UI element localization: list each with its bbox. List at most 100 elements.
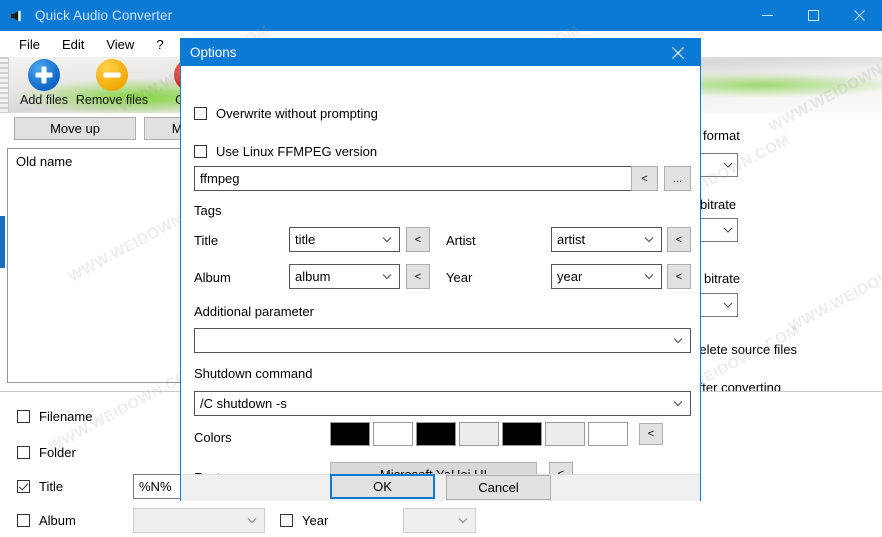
- tag-year-label: Year: [446, 270, 472, 285]
- bitrate-combo-2[interactable]: [700, 293, 738, 317]
- watermark: WWW.WEIDOWN.COM: [786, 241, 882, 335]
- minimize-button[interactable]: [744, 0, 790, 31]
- file-list-column-old-name: Old name: [8, 149, 180, 174]
- tag-album-value: album: [295, 269, 330, 284]
- tag-title-reset-button[interactable]: <: [406, 227, 430, 252]
- color-swatch-6[interactable]: [545, 422, 585, 446]
- rename-row-title[interactable]: Title: [17, 479, 63, 494]
- cancel-button[interactable]: Cancel: [446, 475, 551, 500]
- dialog-close-button[interactable]: [656, 39, 700, 66]
- ffmpeg-path-input[interactable]: ffmpeg: [194, 166, 634, 191]
- linux-ffmpeg-label: Use Linux FFMPEG version: [216, 144, 377, 159]
- color-swatch-5[interactable]: [502, 422, 542, 446]
- folder-label: Folder: [39, 445, 76, 460]
- year-combo[interactable]: [403, 508, 476, 533]
- tag-year-reset-button[interactable]: <: [667, 264, 691, 289]
- tag-title-combo[interactable]: title: [289, 227, 400, 252]
- ffmpeg-path-browse-button[interactable]: ...: [664, 166, 691, 191]
- colors-label: Colors: [194, 430, 232, 445]
- menu-help[interactable]: ?: [145, 34, 174, 55]
- color-swatch-1[interactable]: [330, 422, 370, 446]
- color-swatch-3[interactable]: [416, 422, 456, 446]
- rename-row-folder[interactable]: Folder: [17, 445, 76, 460]
- color-swatch-4[interactable]: [459, 422, 499, 446]
- color-swatch-2[interactable]: [373, 422, 413, 446]
- chevron-down-icon: [723, 227, 733, 234]
- tags-group-label: Tags: [194, 203, 221, 218]
- dialog-body: Overwrite without prompting Use Linux FF…: [181, 66, 700, 474]
- delete-source-files-label: Delete source files: [690, 342, 797, 357]
- rename-row-filename[interactable]: Filename: [17, 409, 92, 424]
- file-list[interactable]: Old name: [7, 148, 181, 383]
- window-controls: [744, 0, 882, 31]
- add-files-label: Add files: [20, 93, 68, 107]
- bitrate-label-1: bitrate: [700, 197, 736, 212]
- menu-file[interactable]: File: [8, 34, 51, 55]
- chevron-down-icon: [723, 162, 733, 169]
- shutdown-command-combo[interactable]: /C shutdown -s: [194, 391, 691, 416]
- chevron-down-icon: [723, 302, 733, 309]
- tag-year-value: year: [557, 269, 582, 284]
- format-label: format: [703, 128, 740, 143]
- year-checkbox[interactable]: [280, 514, 293, 527]
- overwrite-label: Overwrite without prompting: [216, 106, 378, 121]
- tag-album-combo[interactable]: album: [289, 264, 400, 289]
- add-circle-icon: [28, 59, 60, 91]
- tag-artist-combo[interactable]: artist: [551, 227, 662, 252]
- additional-parameter-label: Additional parameter: [194, 304, 314, 319]
- maximize-button[interactable]: [790, 0, 836, 31]
- chevron-down-icon: [382, 236, 392, 243]
- options-dialog: Options Overwrite without prompting Use …: [180, 38, 701, 501]
- ffmpeg-path-value: ffmpeg: [200, 171, 240, 186]
- overwrite-row[interactable]: Overwrite without prompting: [194, 106, 378, 121]
- menu-edit[interactable]: Edit: [51, 34, 95, 55]
- tag-album-label: Album: [194, 270, 231, 285]
- additional-parameter-combo[interactable]: [194, 328, 691, 353]
- close-icon: [672, 47, 684, 59]
- filename-label: Filename: [39, 409, 92, 424]
- shutdown-command-label: Shutdown command: [194, 366, 313, 381]
- colors-reset-button[interactable]: <: [639, 423, 663, 445]
- format-combo[interactable]: [700, 153, 738, 177]
- linux-ffmpeg-row[interactable]: Use Linux FFMPEG version: [194, 144, 377, 159]
- title-label: Title: [39, 479, 63, 494]
- rename-row-album[interactable]: Album: [17, 513, 76, 528]
- shutdown-command-value: /C shutdown -s: [200, 396, 287, 411]
- tag-artist-reset-button[interactable]: <: [667, 227, 691, 252]
- album-combo[interactable]: [133, 508, 265, 533]
- close-button[interactable]: [836, 0, 882, 31]
- chevron-down-icon: [673, 400, 683, 407]
- chevron-down-icon: [644, 236, 654, 243]
- add-files-button[interactable]: Add files: [6, 59, 82, 107]
- chevron-down-icon: [458, 517, 468, 524]
- bitrate-combo-1[interactable]: [700, 218, 738, 242]
- window-title: Quick Audio Converter: [35, 8, 172, 23]
- title-pattern-value: %N%: [139, 479, 172, 494]
- color-swatch-7[interactable]: [588, 422, 628, 446]
- year-label: Year: [302, 513, 328, 528]
- move-up-button[interactable]: Move up: [14, 117, 136, 140]
- menu-view[interactable]: View: [95, 34, 145, 55]
- title-checkbox[interactable]: [17, 480, 30, 493]
- album-checkbox[interactable]: [17, 514, 30, 527]
- tag-album-reset-button[interactable]: <: [406, 264, 430, 289]
- tag-year-combo[interactable]: year: [551, 264, 662, 289]
- folder-checkbox[interactable]: [17, 446, 30, 459]
- dialog-footer: OK Cancel: [181, 474, 700, 501]
- speaker-icon: [9, 8, 25, 24]
- chevron-down-icon: [644, 273, 654, 280]
- linux-ffmpeg-checkbox[interactable]: [194, 145, 207, 158]
- ffmpeg-path-reset-button[interactable]: <: [631, 166, 658, 191]
- tag-artist-value: artist: [557, 232, 585, 247]
- ok-button[interactable]: OK: [330, 474, 435, 499]
- remove-circle-icon: [96, 59, 128, 91]
- overwrite-checkbox[interactable]: [194, 107, 207, 120]
- bitrate-label-2: bitrate: [704, 271, 740, 286]
- remove-files-button[interactable]: Remove files: [74, 59, 150, 107]
- tag-title-label: Title: [194, 233, 218, 248]
- left-scroll-indicator[interactable]: [0, 216, 5, 268]
- dialog-title: Options: [190, 45, 237, 60]
- chevron-down-icon: [673, 337, 683, 344]
- rename-row-year[interactable]: Year: [280, 513, 328, 528]
- filename-checkbox[interactable]: [17, 410, 30, 423]
